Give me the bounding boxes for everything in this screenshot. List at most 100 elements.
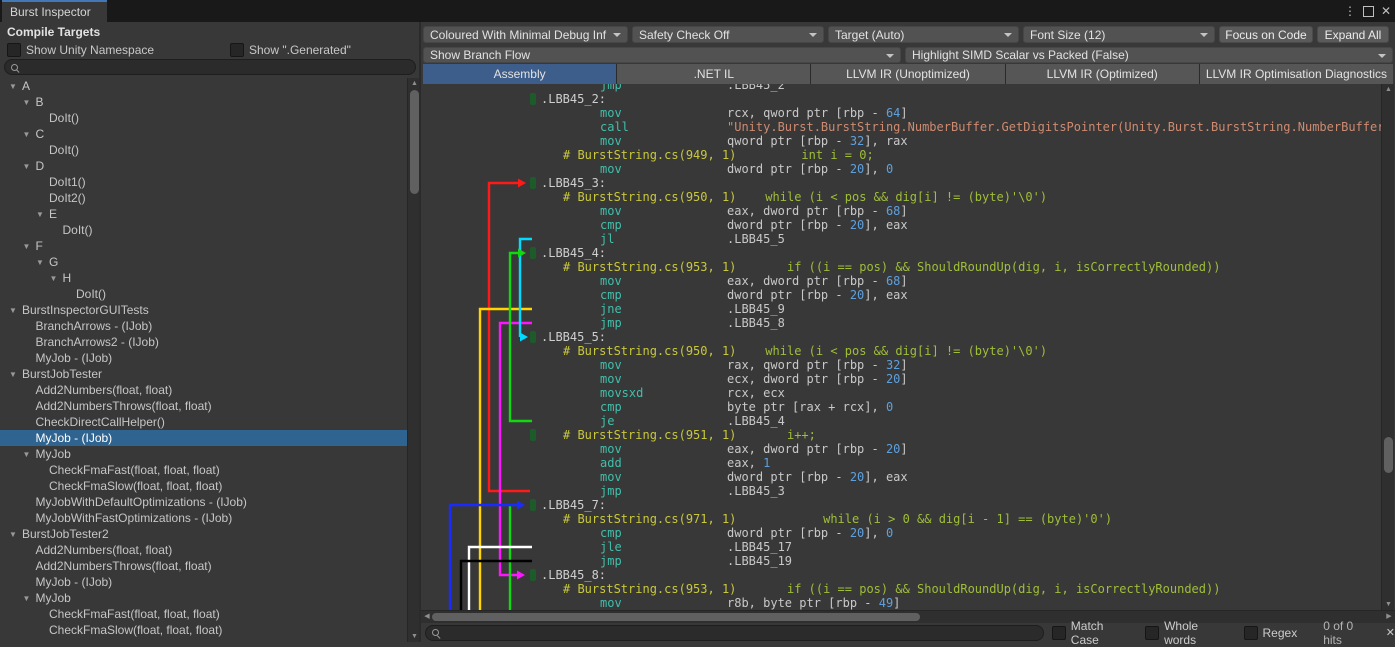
tab-llvm-ir-unoptimized[interactable]: LLVM IR (Unoptimized)	[811, 64, 1004, 84]
tree-item-label: Add2NumbersThrows(float, float)	[36, 559, 212, 573]
dropdown-coloured-with-minimal-debug-inf[interactable]: Coloured With Minimal Debug Inf	[423, 26, 628, 43]
source-snippet: if ((i == pos) && ShouldRoundUp(dig, i, …	[787, 582, 1220, 596]
tree-item-checkfmafast-float-float-float[interactable]: CheckFmaFast(float, float, float)	[0, 606, 407, 622]
tree-item-f[interactable]: ▼F	[0, 238, 407, 254]
tree-item-label: A	[22, 79, 30, 93]
dropdown-target-auto[interactable]: Target (Auto)	[828, 26, 1019, 43]
tree-item-checkfmaslow-float-float-float[interactable]: CheckFmaSlow(float, float, float)	[0, 622, 407, 638]
asm-mnemonic: jmp	[600, 554, 622, 568]
asm-instruction-line: movqword ptr [rbp - 32], rax	[421, 134, 1381, 148]
button-expand-all[interactable]: Expand All	[1317, 26, 1389, 43]
code-horizontal-scrollbar[interactable]: ◀ ▶	[421, 610, 1395, 623]
show-generated-option[interactable]: Show ".Generated"	[230, 42, 351, 58]
tree-item-label: Add2Numbers(float, float)	[36, 543, 173, 557]
tree-item-doit[interactable]: DoIt()	[0, 142, 407, 158]
dropdown-font-size-12[interactable]: Font Size (12)	[1023, 26, 1215, 43]
tree-item-myjob[interactable]: ▼MyJob	[0, 590, 407, 606]
show-unity-namespace-checkbox[interactable]	[7, 43, 21, 57]
tab-llvm-ir-optimized[interactable]: LLVM IR (Optimized)	[1006, 64, 1199, 84]
tree-item-g[interactable]: ▼G	[0, 254, 407, 270]
tree-item-doit[interactable]: DoIt()	[0, 222, 407, 238]
tree-item-d[interactable]: ▼D	[0, 158, 407, 174]
tab-burst-inspector[interactable]: Burst Inspector	[2, 0, 107, 22]
collapse-triangle-icon[interactable]: ▼	[23, 594, 36, 603]
tree-item-doit1[interactable]: DoIt1()	[0, 174, 407, 190]
tree-item-brancharrows2-ijob[interactable]: BranchArrows2 - (IJob)	[0, 334, 407, 350]
collapse-triangle-icon[interactable]: ▼	[23, 242, 36, 251]
collapse-triangle-icon[interactable]: ▼	[9, 306, 22, 315]
tree-item-doit[interactable]: DoIt()	[0, 110, 407, 126]
tab-assembly[interactable]: Assembly	[423, 64, 616, 84]
close-icon[interactable]: ✕	[1381, 4, 1391, 18]
asm-instruction-line: moveax, dword ptr [rbp - 68]	[421, 274, 1381, 288]
tree-item-checkfmaslow-float-float-float[interactable]: CheckFmaSlow(float, float, float)	[0, 478, 407, 494]
whole-words-checkbox[interactable]	[1145, 626, 1159, 640]
scroll-down-icon[interactable]: ▼	[1382, 599, 1395, 610]
tree-item-burstjobtester[interactable]: ▼BurstJobTester	[0, 366, 407, 382]
targets-search-input[interactable]	[23, 60, 409, 74]
tree-item-checkdirectcallhelper[interactable]: CheckDirectCallHelper()	[0, 414, 407, 430]
find-search-box[interactable]	[425, 625, 1044, 641]
tree-item-burstjobtester2[interactable]: ▼BurstJobTester2	[0, 526, 407, 542]
disassembly-pane: Coloured With Minimal Debug InfSafety Ch…	[421, 22, 1395, 642]
collapse-triangle-icon[interactable]: ▼	[23, 130, 36, 139]
code-scrollbar-thumb[interactable]	[1384, 437, 1393, 473]
tree-item-myjobwithdefaultoptimizations-ijob[interactable]: MyJobWithDefaultOptimizations - (IJob)	[0, 494, 407, 510]
tree-item-a[interactable]: ▼A	[0, 78, 407, 94]
collapse-triangle-icon[interactable]: ▼	[23, 450, 36, 459]
tree-item-label: BurstJobTester2	[22, 527, 109, 541]
code-vertical-scrollbar[interactable]: ▲ ▼	[1381, 84, 1394, 610]
tree-item-myjobwithfastoptimizations-ijob[interactable]: MyJobWithFastOptimizations - (IJob)	[0, 510, 407, 526]
targets-search-box[interactable]	[4, 59, 416, 75]
tree-item-myjob-ijob[interactable]: MyJob - (IJob)	[0, 350, 407, 366]
scroll-up-icon[interactable]: ▲	[1382, 84, 1395, 95]
find-close-icon[interactable]: ✕	[1386, 626, 1395, 639]
dropdown-safety-check-off[interactable]: Safety Check Off	[632, 26, 824, 43]
dropdown-show-branch-flow[interactable]: Show Branch Flow	[423, 47, 901, 63]
tree-item-burstinspectorguitests[interactable]: ▼BurstInspectorGUITests	[0, 302, 407, 318]
tree-item-add2numbers-float-float[interactable]: Add2Numbers(float, float)	[0, 542, 407, 558]
tree-item-add2numbersthrows-float-float[interactable]: Add2NumbersThrows(float, float)	[0, 558, 407, 574]
title-bar: Burst Inspector ⋮ ✕	[0, 0, 1395, 22]
tree-item-add2numbersthrows-float-float[interactable]: Add2NumbersThrows(float, float)	[0, 398, 407, 414]
find-input[interactable]	[444, 626, 1037, 640]
tree-item-myjob[interactable]: ▼MyJob	[0, 446, 407, 462]
tab-llvm-ir-optimisation-diagnostics[interactable]: LLVM IR Optimisation Diagnostics	[1200, 64, 1393, 84]
tree-item-doit2[interactable]: DoIt2()	[0, 190, 407, 206]
tree-item-label: Add2NumbersThrows(float, float)	[36, 399, 212, 413]
tree-item-e[interactable]: ▼E	[0, 206, 407, 222]
show-generated-checkbox[interactable]	[230, 43, 244, 57]
collapse-triangle-icon[interactable]: ▼	[9, 370, 22, 379]
tree-item-checkfmafast-float-float-float[interactable]: CheckFmaFast(float, float, float)	[0, 462, 407, 478]
collapse-triangle-icon[interactable]: ▼	[23, 98, 36, 107]
tree-item-c[interactable]: ▼C	[0, 126, 407, 142]
code-hscrollbar-thumb[interactable]	[432, 613, 920, 621]
tree-item-myjob-ijob[interactable]: MyJob - (IJob)	[0, 574, 407, 590]
show-unity-namespace-option[interactable]: Show Unity Namespace	[7, 42, 154, 58]
source-file-ref: # BurstString.cs(950, 1)	[563, 190, 736, 204]
tree-item-myjob-ijob[interactable]: MyJob - (IJob)	[0, 430, 407, 446]
tree-item-add2numbers-float-float[interactable]: Add2Numbers(float, float)	[0, 382, 407, 398]
collapse-triangle-icon[interactable]: ▼	[36, 210, 49, 219]
assembly-code-view[interactable]: jmp.LBB45_2.LBB45_2:movrcx, qword ptr [r…	[421, 84, 1381, 610]
match-case-checkbox[interactable]	[1052, 626, 1066, 640]
regex-checkbox[interactable]	[1244, 626, 1258, 640]
maximize-icon[interactable]	[1363, 6, 1374, 17]
dropdown-highlight-simd-scalar-vs-packed-false[interactable]: Highlight SIMD Scalar vs Packed (False)	[905, 47, 1393, 63]
whole-words-label: Whole words	[1164, 619, 1231, 647]
tree-scrollbar-thumb[interactable]	[410, 90, 419, 194]
button-focus-on-code[interactable]: Focus on Code	[1219, 26, 1313, 43]
tree-item-brancharrows-ijob[interactable]: BranchArrows - (IJob)	[0, 318, 407, 334]
tree-item-h[interactable]: ▼H	[0, 270, 407, 286]
scroll-right-icon[interactable]: ▶	[1384, 611, 1394, 623]
tab-net-il[interactable]: .NET IL	[617, 64, 810, 84]
scroll-left-icon[interactable]: ◀	[422, 611, 432, 623]
collapse-triangle-icon[interactable]: ▼	[50, 274, 63, 283]
collapse-triangle-icon[interactable]: ▼	[23, 162, 36, 171]
collapse-triangle-icon[interactable]: ▼	[9, 82, 22, 91]
collapse-triangle-icon[interactable]: ▼	[36, 258, 49, 267]
collapse-triangle-icon[interactable]: ▼	[9, 530, 22, 539]
tree-item-doit[interactable]: DoIt()	[0, 286, 407, 302]
kebab-menu-icon[interactable]: ⋮	[1344, 4, 1356, 18]
tree-item-b[interactable]: ▼B	[0, 94, 407, 110]
